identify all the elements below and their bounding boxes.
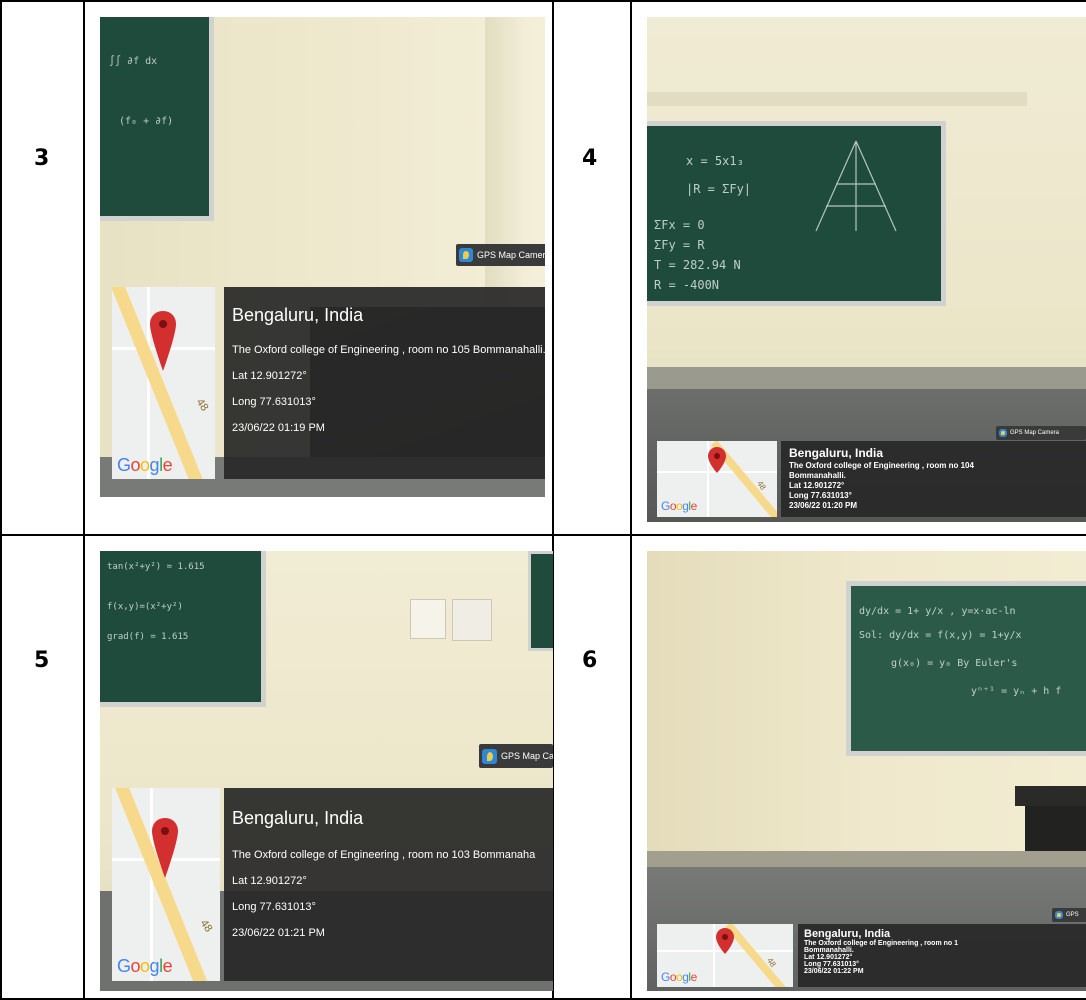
chalkboard: ∫∫ ∂f dx (f₀ + ∂f): [100, 17, 214, 221]
mini-map: 48 Google: [657, 441, 777, 517]
location-panel: Bengaluru, India The Oxford college of E…: [224, 287, 545, 479]
timestamp: 23/06/22 01:22 PM: [804, 968, 864, 975]
gps-map-camera-icon: [482, 748, 497, 764]
geotagged-photo: x = 5x1₃ |R = ΣFy| ΣFx = 0 ΣFy = R T = 2…: [647, 17, 1086, 522]
location-panel: Bengaluru, India The Oxford college of E…: [224, 788, 553, 981]
switch-plate: [410, 599, 446, 639]
longitude: Long 77.631013°: [804, 961, 859, 968]
chalkboard: tan(x²+y²) = 1.615 f(x,y)=(x²+y²) grad(f…: [100, 551, 266, 707]
map-pin-icon: [716, 928, 734, 954]
latitude: Lat 12.901272°: [789, 481, 845, 490]
address: The Oxford college of Engineering , room…: [232, 849, 536, 861]
longitude: Long 77.631013°: [232, 396, 316, 408]
latitude: Lat 12.901272°: [232, 875, 307, 887]
address: The Oxford college of Engineering , room…: [232, 344, 545, 356]
wall-ledge: [647, 92, 1027, 106]
switch-board: [452, 599, 492, 641]
row-number: 6: [582, 648, 598, 673]
gps-map-camera-tag: GPS Map Car: [479, 744, 553, 768]
row-number: 3: [34, 146, 50, 171]
map-pin-icon: [152, 818, 178, 878]
location-title: Bengaluru, India: [804, 928, 891, 940]
road-number: 48: [193, 396, 211, 414]
timestamp: 23/06/22 01:21 PM: [232, 927, 325, 939]
mini-map: 48 Google: [657, 924, 793, 987]
mini-map: 48 Google: [112, 788, 220, 981]
chalkboard: dy/dx = 1+ y/x , y=x·ac-ln Sol: dy/dx = …: [846, 581, 1086, 756]
app-label: GPS Map Camera: [1010, 430, 1060, 436]
address-line-2: Bommanahalli.: [804, 947, 854, 954]
geotagged-photo: ∫∫ ∂f dx (f₀ + ∂f) GPS Map Camera Bengal…: [100, 17, 545, 497]
location-title: Bengaluru, India: [789, 446, 884, 460]
address-line-2: Bommanahalli.: [789, 471, 846, 480]
app-label: GPS Map Camera: [477, 250, 545, 260]
gps-map-camera-tag: GPS: [1052, 908, 1086, 922]
highway: [112, 788, 214, 981]
longitude: Long 77.631013°: [789, 491, 852, 500]
gps-map-camera-icon: [1055, 911, 1063, 919]
location-panel: Bengaluru, India The Oxford college of E…: [798, 924, 1086, 987]
wall-skirting: [647, 851, 1086, 867]
app-label: GPS: [1066, 912, 1079, 918]
table-border-col1: [83, 0, 85, 1000]
google-logo: Google: [661, 499, 697, 513]
location-title: Bengaluru, India: [232, 808, 364, 828]
desk: [1015, 786, 1086, 806]
geotagged-photo: tan(x²+y²) = 1.615 f(x,y)=(x²+y²) grad(f…: [100, 551, 553, 991]
table-border-left: [0, 0, 2, 1000]
google-logo: Google: [117, 455, 173, 475]
road-number: 48: [197, 917, 215, 935]
map-pin-icon: [708, 447, 726, 473]
timestamp: 23/06/22 01:20 PM: [789, 501, 858, 510]
latitude: Lat 12.901272°: [232, 370, 307, 382]
address: The Oxford college of Engineering , room…: [804, 940, 959, 947]
row-number: 5: [34, 648, 50, 673]
location-title: Bengaluru, India: [232, 305, 364, 325]
timestamp: 23/06/22 01:19 PM: [232, 422, 325, 434]
gps-map-camera-tag: GPS Map Camera: [456, 244, 545, 266]
gps-map-camera-tag: GPS Map Camera: [996, 426, 1086, 440]
highway: [725, 924, 789, 987]
gps-map-camera-icon: [459, 248, 473, 262]
mini-map: 48 Google: [112, 287, 215, 479]
gps-map-camera-icon: [999, 429, 1007, 437]
wall-skirting: [647, 367, 1086, 389]
chalk-truss-sketch: [815, 140, 897, 232]
chalkboard: x = 5x1₃ |R = ΣFy| ΣFx = 0 ΣFy = R T = 2…: [647, 121, 946, 306]
map-pin-icon: [150, 311, 176, 371]
google-logo: Google: [661, 970, 697, 984]
geotagged-photo: dy/dx = 1+ y/x , y=x·ac-ln Sol: dy/dx = …: [647, 551, 1086, 991]
latitude: Lat 12.901272°: [804, 954, 853, 961]
table-border-top: [0, 0, 1086, 2]
longitude: Long 77.631013°: [232, 901, 316, 913]
location-panel: Bengaluru, India The Oxford college of E…: [781, 441, 1086, 517]
app-label: GPS Map Car: [501, 751, 553, 761]
chalkboard-edge: [528, 551, 553, 651]
address: The Oxford college of Engineering , room…: [789, 461, 974, 470]
table-border-row: [0, 534, 1086, 536]
google-logo: Google: [117, 956, 173, 976]
row-number: 4: [582, 146, 598, 171]
photo-table: 3 4 5 6 ∫∫ ∂f dx (f₀ + ∂f) GPS Map Camer…: [0, 0, 1086, 1000]
table-border-col3: [630, 0, 632, 1000]
